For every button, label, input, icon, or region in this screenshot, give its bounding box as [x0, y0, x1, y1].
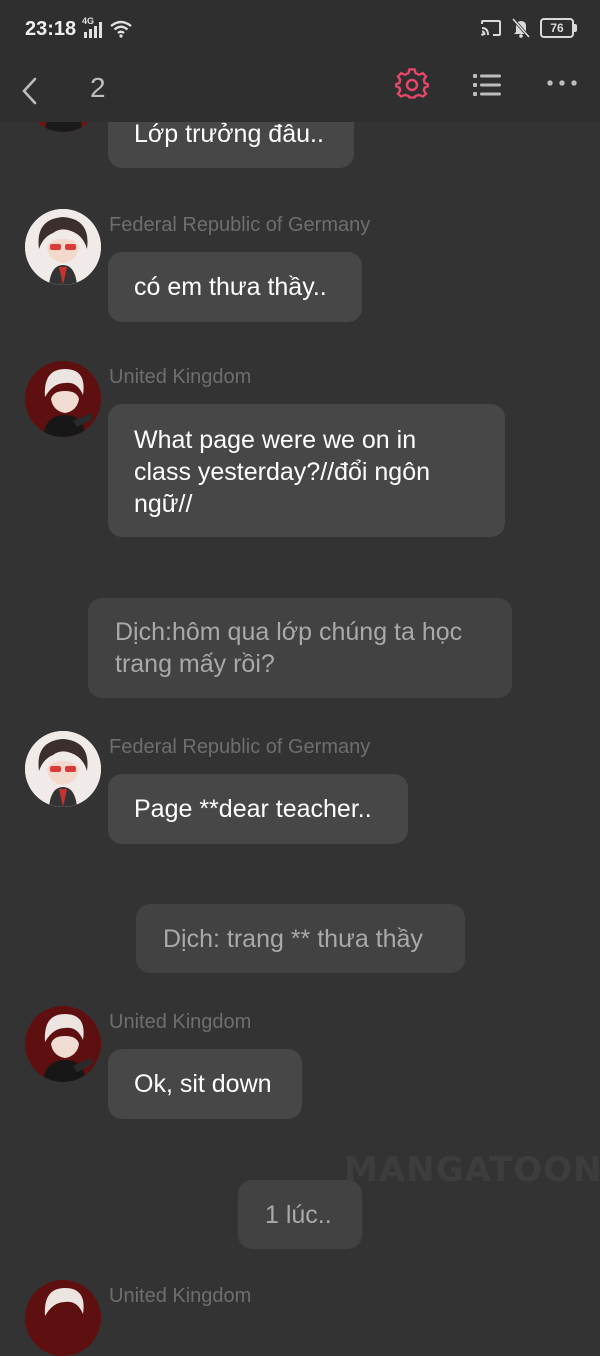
- sender-name: United Kingdom: [109, 1285, 252, 1307]
- cellular-signal-icon: 4G: [82, 16, 104, 38]
- status-right-icons: 76: [480, 18, 577, 38]
- chat-bubble: Page **dear teacher..: [108, 774, 408, 844]
- reader-top-bar: 2: [0, 60, 600, 122]
- narration-text: Dịch: trang ** thưa thầy: [163, 925, 423, 953]
- battery-level: 76: [550, 21, 564, 35]
- settings-button[interactable]: [394, 68, 430, 102]
- bell-off-icon: [512, 18, 530, 38]
- back-button[interactable]: [14, 68, 46, 114]
- sender-name: United Kingdom: [109, 366, 252, 388]
- status-time: 23:18: [25, 18, 77, 40]
- gear-icon: [394, 68, 430, 99]
- chat-bubble-text: Page **dear teacher..: [134, 795, 372, 823]
- avatar-germany: [25, 209, 101, 285]
- status-bar: 23:18 4G 76: [0, 0, 600, 60]
- chat-story-content[interactable]: Lớp trưởng đâu.. Federal Republic of Ger…: [0, 0, 600, 1356]
- chat-bubble: What page were we on in class yesterday?…: [108, 404, 505, 537]
- battery-indicator: 76: [540, 18, 577, 38]
- chat-bubble-text: Ok, sit down: [134, 1070, 272, 1098]
- chapter-list-button[interactable]: [472, 70, 502, 100]
- chevron-left-icon: [22, 77, 37, 105]
- chat-bubble-text: Lớp trưởng đâu..: [134, 120, 324, 148]
- watermark-logo: MANGATOON: [344, 1150, 600, 1190]
- wifi-icon: [110, 20, 132, 38]
- narration-text: 1 lúc..: [265, 1201, 332, 1229]
- more-options-button[interactable]: [546, 73, 578, 93]
- narration-bubble: Dịch: trang ** thưa thầy: [136, 904, 465, 973]
- avatar-uk: [25, 361, 101, 437]
- chat-bubble: Ok, sit down: [108, 1049, 302, 1119]
- narration-bubble: 1 lúc..: [238, 1180, 362, 1249]
- chat-bubble-text: có em thưa thầy..: [134, 273, 327, 301]
- status-left-icons: 4G: [82, 16, 132, 38]
- chat-bubble-text: What page were we on in class yesterday?…: [134, 426, 431, 518]
- narration-bubble: Dịch:hôm qua lớp chúng ta học trang mấy …: [88, 598, 512, 698]
- chat-bubble: có em thưa thầy..: [108, 252, 362, 322]
- chapter-number: 2: [90, 72, 106, 103]
- narration-text: Dịch:hôm qua lớp chúng ta học trang mấy …: [115, 618, 463, 678]
- avatar-uk: [25, 1280, 101, 1356]
- avatar-uk: [25, 1006, 101, 1082]
- more-horizontal-icon: [547, 80, 577, 86]
- list-icon: [473, 74, 501, 96]
- cast-icon: [481, 20, 501, 36]
- sender-name: Federal Republic of Germany: [109, 736, 371, 758]
- sender-name: United Kingdom: [109, 1011, 252, 1033]
- sender-name: Federal Republic of Germany: [109, 214, 371, 236]
- avatar-germany: [25, 731, 101, 807]
- watermark-text: MANGATOON: [344, 1150, 600, 1190]
